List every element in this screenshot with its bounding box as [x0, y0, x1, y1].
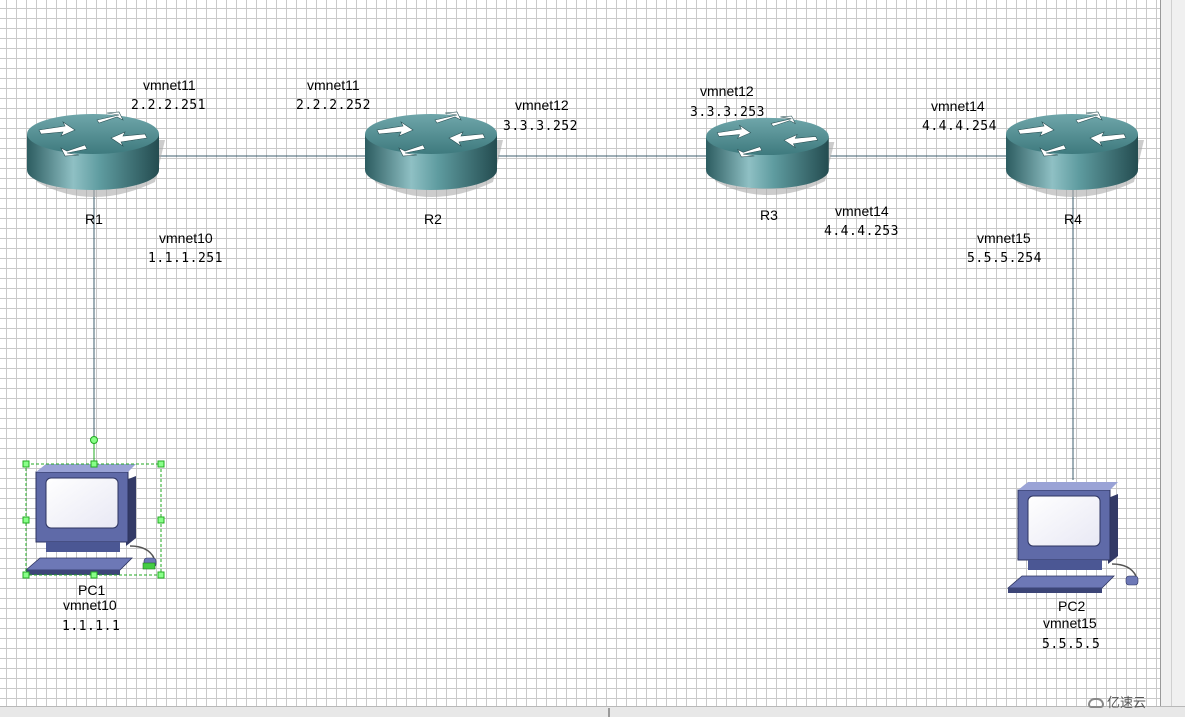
pc-label-pc1: PC1 [78, 582, 106, 598]
resize-handle[interactable] [22, 460, 30, 468]
if-vmnet-label: vmnet12 [515, 97, 569, 113]
if-ip-label: 2.2.2.251 [131, 98, 206, 113]
router-r3[interactable] [705, 115, 835, 196]
resize-handle[interactable] [22, 571, 30, 579]
pc-ip-label: 1.1.1.1 [62, 619, 121, 634]
pc-pc1[interactable] [25, 463, 157, 576]
resize-handle[interactable] [157, 460, 165, 468]
pc-pc2[interactable] [1007, 481, 1139, 594]
if-vmnet-label: vmnet15 [977, 230, 1031, 246]
scrollbar-track [1171, 0, 1172, 706]
resize-handle[interactable] [90, 460, 98, 468]
if-vmnet-label: vmnet14 [835, 203, 889, 219]
cloud-icon [1088, 698, 1104, 708]
router-label-r2: R2 [424, 211, 442, 227]
resize-handle[interactable] [90, 571, 98, 579]
resize-handle[interactable] [157, 571, 165, 579]
watermark: 亿速云 [1088, 692, 1146, 711]
if-ip-label: 1.1.1.251 [148, 251, 223, 266]
if-vmnet-label: vmnet12 [700, 83, 754, 99]
router-label-r4: R4 [1064, 211, 1082, 227]
router-label-r3: R3 [760, 207, 778, 223]
connection-point[interactable] [142, 562, 156, 570]
watermark-text: 亿速云 [1107, 695, 1147, 710]
pc-vmnet-label: vmnet10 [63, 597, 117, 613]
pc-label-pc2: PC2 [1058, 598, 1086, 614]
router-label-r1: R1 [85, 211, 103, 227]
if-vmnet-label: vmnet11 [143, 77, 196, 93]
pc-vmnet-label: vmnet15 [1043, 615, 1097, 631]
if-ip-label: 3.3.3.253 [690, 105, 765, 120]
if-ip-label: 5.5.5.254 [967, 251, 1042, 266]
router-r4[interactable] [1005, 111, 1145, 198]
router-r2[interactable] [364, 111, 504, 198]
if-ip-label: 4.4.4.253 [824, 224, 899, 239]
if-vmnet-label: vmnet10 [159, 230, 213, 246]
if-ip-label: 3.3.3.252 [503, 119, 578, 134]
rotate-handle[interactable] [90, 436, 98, 444]
resize-handle[interactable] [22, 516, 30, 524]
pc-ip-label: 5.5.5.5 [1042, 637, 1101, 652]
if-ip-label: 4.4.4.254 [922, 119, 997, 134]
if-vmnet-label: vmnet11 [307, 77, 360, 93]
resize-handle[interactable] [157, 516, 165, 524]
if-vmnet-label: vmnet14 [931, 98, 985, 114]
vertical-scrollbar[interactable] [1160, 0, 1185, 706]
horizontal-scrollbar[interactable] [0, 706, 1185, 717]
router-r1[interactable] [26, 111, 166, 198]
if-ip-label: 2.2.2.252 [296, 98, 371, 113]
